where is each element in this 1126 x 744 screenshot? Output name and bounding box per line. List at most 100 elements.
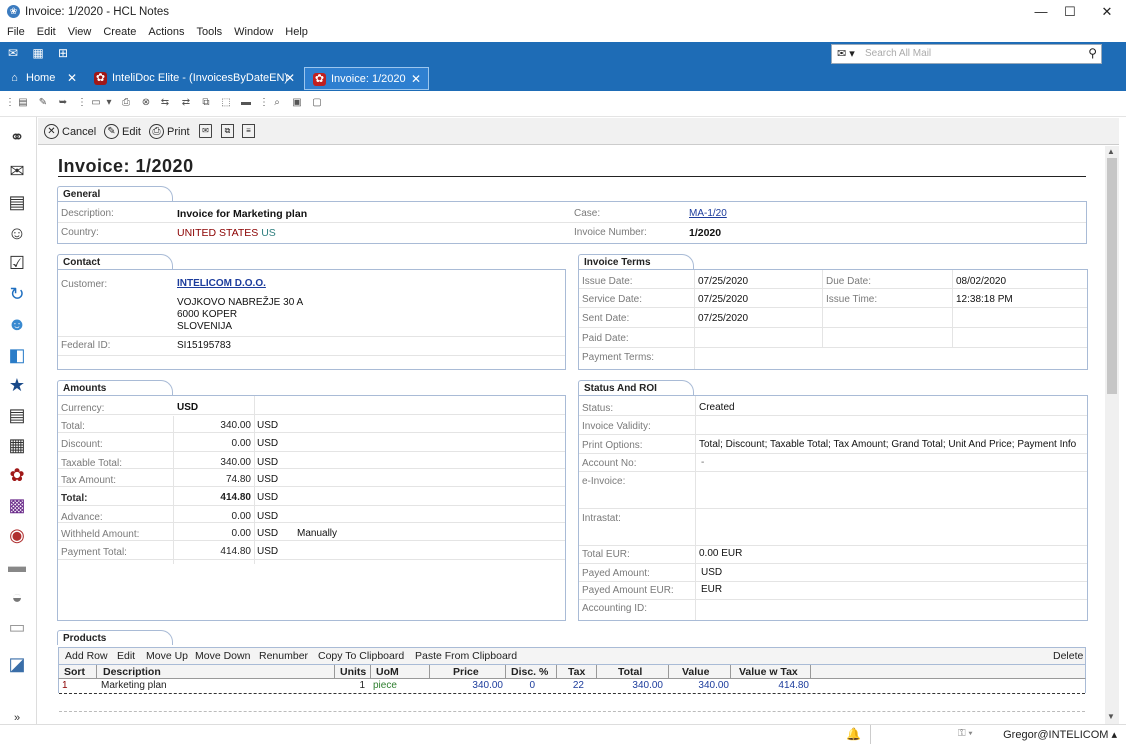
col-units[interactable]: Units [340,666,366,678]
amount-value[interactable]: 74.80 [181,474,251,485]
scroll-up-icon[interactable]: ▲ [1107,147,1115,156]
bell-icon[interactable]: 🔔 [846,727,861,741]
col-total[interactable]: Total [618,666,642,678]
chevron-down-icon[interactable]: ▾ [103,97,115,109]
renumber-button[interactable]: Renumber [259,650,308,662]
document-icon[interactable]: ≡ [242,124,255,138]
print-options-value[interactable]: Total; Discount; Taxable Total; Tax Amou… [699,439,1076,450]
format-icon[interactable]: ▬ [240,97,252,109]
move-icon[interactable]: ⇆ [159,97,171,109]
description-value[interactable]: Invoice for Marketing plan [177,208,307,220]
scroll-down-icon[interactable]: ▼ [1107,712,1115,721]
scroll-thumb[interactable] [1107,158,1117,394]
menu-create[interactable]: Create [96,24,141,38]
copy-doc-icon[interactable]: ⧉ [221,124,234,138]
issue-date-value[interactable]: 07/25/2020 [698,276,748,287]
payed-eur-value[interactable]: EUR [701,584,722,595]
edit-button[interactable]: ✎ Edit [104,123,141,141]
amount-value[interactable]: 340.00 [181,420,251,431]
menu-edit[interactable]: Edit [30,24,61,38]
col-value-tax[interactable]: Value w Tax [739,666,798,678]
table-row[interactable]: 1 Marketing plan 1 piece 340.00 0 22 340… [58,679,1086,693]
menu-actions[interactable]: Actions [141,24,189,38]
service-date-value[interactable]: 07/25/2020 [698,294,748,305]
menu-view[interactable]: View [61,24,97,38]
contacts-icon[interactable]: ☺ [5,221,29,245]
amount-value[interactable]: 340.00 [181,457,251,468]
col-description[interactable]: Description [103,666,161,678]
col-sort[interactable]: Sort [64,666,85,678]
document-scrollbar[interactable]: ▲ ▼ [1105,146,1119,724]
print-button[interactable]: ⎙ Print [149,123,190,141]
paste-clipboard-button[interactable]: Paste From Clipboard [415,650,517,662]
search-icon[interactable]: ⚲ [1088,46,1097,60]
replication-icon[interactable]: ↻ [5,282,29,306]
view-pane-icon[interactable]: ▤ [17,97,29,109]
delete-row-button[interactable]: Delete [1053,650,1083,662]
calendar-icon[interactable]: ▤ [5,190,29,214]
tab-home[interactable]: ⌂ Home ✕ [0,67,84,90]
calendar-icon[interactable]: ▦ [31,46,45,60]
menu-tools[interactable]: Tools [189,24,227,38]
menu-help[interactable]: Help [278,24,313,38]
col-tax[interactable]: Tax [568,666,585,678]
issue-time-value[interactable]: 12:38:18 PM [956,294,1013,305]
notes-folder-icon[interactable]: ▭ [5,615,29,639]
copy-clipboard-button[interactable]: Copy To Clipboard [318,650,404,662]
col-disc[interactable]: Disc. % [511,666,548,678]
amount-value[interactable]: 414.80 [181,546,251,557]
user-location[interactable]: Gregor@INTELICOM ▴ [1003,728,1117,741]
apps-icon[interactable]: ▦ [5,433,29,457]
tab-intelidoc[interactable]: ✿ InteliDoc Elite - (InvoicesByDateEN) ✕ [86,67,302,90]
amount-value[interactable]: 0.00 [181,438,251,449]
sent-date-value[interactable]: 07/25/2020 [698,313,748,324]
people-app-icon[interactable]: ▩ [5,493,29,517]
folder-icon[interactable]: ▬ [5,554,29,578]
edit-row-button[interactable]: Edit [117,650,135,662]
cancel-button[interactable]: ✕ Cancel [44,123,96,141]
close-tab-icon[interactable]: ✕ [285,67,295,90]
mail-scope-icon[interactable]: ✉ ▾ [837,47,855,60]
workspace-icon[interactable]: ◧ [5,343,29,367]
payed-amount-value[interactable]: USD [701,567,722,578]
col-uom[interactable]: UoM [376,666,399,678]
amount-value[interactable]: 0.00 [181,528,251,539]
country-value[interactable]: UNITED STATES US [177,227,276,239]
tab-invoice[interactable]: ✿ Invoice: 1/2020 ✕ [304,67,429,90]
delete-icon[interactable]: ⊗ [140,97,152,109]
todo-icon[interactable]: ☑ [5,251,29,275]
close-tab-icon[interactable]: ✕ [67,67,77,90]
customer-link[interactable]: INTELICOM D.O.O. [177,278,266,289]
copy-icon[interactable]: ⧉ [200,97,212,109]
forward-icon[interactable]: ➥ [57,97,69,109]
currency-value[interactable]: USD [177,402,198,413]
menu-window[interactable]: Window [227,24,278,38]
federal-id-value[interactable]: SI15195783 [177,340,231,351]
email-icon[interactable]: ✉ [199,124,212,138]
binoculars-icon[interactable]: ⚭ [5,125,29,149]
map-icon[interactable]: ◪ [5,652,29,676]
info-icon[interactable]: ▢ [311,97,323,109]
find-icon[interactable]: ⌕ [271,97,283,109]
status-value[interactable]: Created [699,402,735,413]
intelidoc-icon[interactable]: ✿ [5,463,29,487]
apps-grid-icon[interactable]: ⊞ [56,46,70,60]
documents-icon[interactable]: ▤ [5,403,29,427]
new-doc-icon[interactable]: ▭ [90,97,102,109]
mail-icon[interactable]: ✉ [5,159,29,183]
web-folder-icon[interactable]: ◒ [5,585,29,609]
account-value[interactable]: - [701,457,704,468]
due-date-value[interactable]: 08/02/2020 [956,276,1006,287]
pencil-icon[interactable]: ✎ [37,97,49,109]
database-icon[interactable]: ◉ [5,523,29,547]
close-window-button[interactable]: ✕ [1090,2,1124,22]
invoice-number-value[interactable]: 1/2020 [689,227,721,239]
col-value[interactable]: Value [682,666,709,678]
amount-value[interactable]: 414.80 [181,492,251,503]
printer-icon[interactable]: ⎙ [120,97,132,109]
search-box[interactable]: ✉ ▾ Search All Mail ⚲ [831,44,1102,64]
favorites-folder-icon[interactable]: ★ [5,373,29,397]
col-price[interactable]: Price [453,666,479,678]
move-down-button[interactable]: Move Down [195,650,250,662]
key-icon[interactable]: ⚿ ▾ [958,728,973,739]
